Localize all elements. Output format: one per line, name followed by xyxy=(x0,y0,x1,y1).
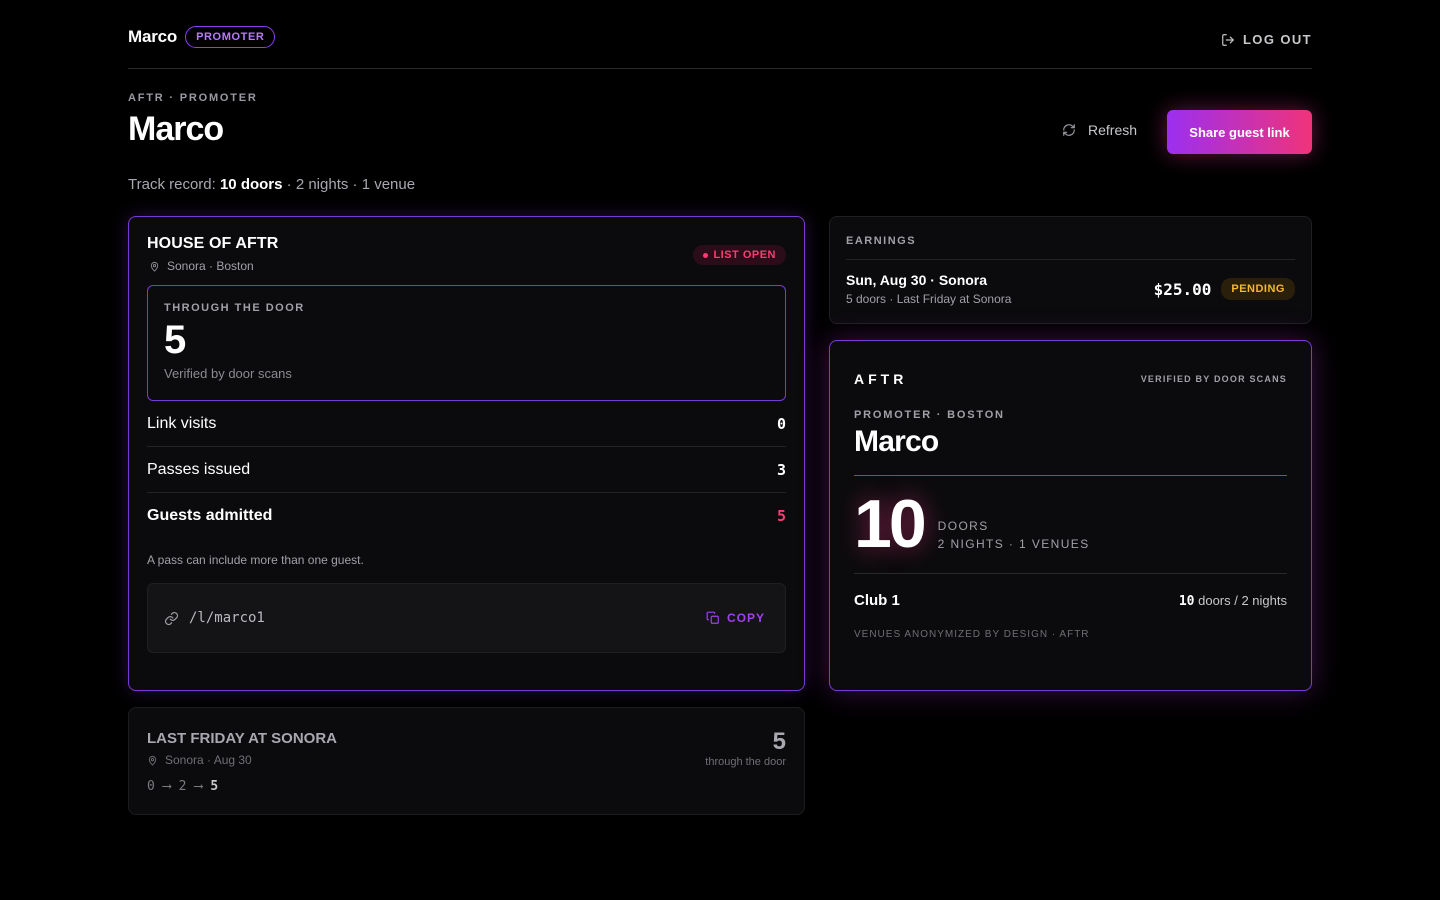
earnings-heading: EARNINGS xyxy=(846,235,1295,260)
club-doors: 10 xyxy=(1178,593,1195,609)
club-stat: 10 doors / 2 nights xyxy=(1179,593,1287,609)
club-name: Club 1 xyxy=(854,592,900,610)
club-row: Club 1 10 doors / 2 nights xyxy=(854,592,1287,609)
role-badge: PROMOTER xyxy=(185,26,276,48)
earnings-title: Sun, Aug 30 · Sonora xyxy=(846,272,988,288)
profile-nights-venues: 2 NIGHTS · 1 VENUES xyxy=(937,537,1090,552)
promoter-profile-card: AFTR VERIFIED BY DOOR SCANS PROMOTER · B… xyxy=(829,340,1312,691)
pass-note: A pass can include more than one guest. xyxy=(147,553,364,567)
location-pin-icon xyxy=(148,755,157,766)
past-event-location: Sonora · Aug 30 xyxy=(147,753,786,767)
profile-name: Marco xyxy=(854,425,1287,476)
guest-link: /l/marco1 xyxy=(164,610,265,626)
funnel-passes: 2 xyxy=(178,779,187,794)
profile-eyebrow: PROMOTER · BOSTON xyxy=(854,409,1005,421)
event-location: Sonora · Boston xyxy=(149,259,278,273)
location-pin-icon xyxy=(150,261,159,272)
club-stat-rest: doors / 2 nights xyxy=(1198,592,1287,608)
funnel-visits: 0 xyxy=(147,779,155,794)
guest-link-text: /l/marco1 xyxy=(189,610,265,626)
profile-stats: 10 DOORS 2 NIGHTS · 1 VENUES xyxy=(854,486,1287,575)
event-header: HOUSE OF AFTR Sonora · Boston LIST OPEN xyxy=(147,235,786,273)
past-event-count-value: 5 xyxy=(772,728,786,755)
event-card: HOUSE OF AFTR Sonora · Boston LIST OPEN … xyxy=(128,216,805,691)
past-event-title: LAST FRIDAY AT SONORA xyxy=(147,730,338,747)
verified-label: VERIFIED BY DOOR SCANS xyxy=(1140,374,1287,384)
guest-link-box: /l/marco1 COPY xyxy=(147,583,786,653)
refresh-label: Refresh xyxy=(1088,122,1138,138)
earnings-sub: 5 doors · Last Friday at Sonora xyxy=(846,292,1012,306)
stat-label: Guests admitted xyxy=(147,507,273,524)
past-event-count-label: through the door xyxy=(705,756,786,768)
door-count-note: Verified by door scans xyxy=(164,366,292,381)
logout-button[interactable]: LOG OUT xyxy=(1221,32,1312,47)
top-nav: Marco PROMOTER LOG OUT xyxy=(128,26,1312,69)
event-title: HOUSE OF AFTR xyxy=(147,235,279,252)
status-badge: LIST OPEN xyxy=(693,245,786,265)
profile-doors-label: DOORS xyxy=(937,519,989,534)
user-name: Marco xyxy=(128,27,178,46)
share-guest-link-button[interactable]: Share guest link xyxy=(1167,110,1312,154)
door-count-box: THROUGH THE DOOR 5 Verified by door scan… xyxy=(147,285,786,401)
logout-label: LOG OUT xyxy=(1242,32,1312,47)
track-prefix: Track record: xyxy=(128,176,216,193)
earnings-status-badge: PENDING xyxy=(1221,278,1295,300)
aftr-logo: AFTR xyxy=(854,371,908,387)
refresh-button[interactable]: Refresh xyxy=(1062,122,1137,138)
earnings-card: EARNINGS Sun, Aug 30 · Sonora 5 doors · … xyxy=(829,216,1312,324)
past-event-sub: Sonora · Aug 30 xyxy=(165,753,252,767)
door-count-value: 5 xyxy=(164,318,187,362)
stat-value: 5 xyxy=(776,507,786,525)
profile-footer: VENUES ANONYMIZED BY DESIGN · AFTR xyxy=(854,629,1090,641)
status-badge-label: LIST OPEN xyxy=(713,249,776,261)
track-rest: · 2 nights · 1 venue xyxy=(286,176,416,193)
past-event-card[interactable]: LAST FRIDAY AT SONORA Sonora · Aug 30 0 … xyxy=(128,707,805,815)
profile-doors-count: 10 xyxy=(854,486,927,562)
brand: Marco PROMOTER xyxy=(128,26,276,48)
door-count-label: THROUGH THE DOOR xyxy=(164,302,305,314)
copy-link-button[interactable]: COPY xyxy=(706,611,765,625)
stat-row-guests-admitted: Guests admitted 5 xyxy=(147,493,786,539)
track-record: Track record: 10 doors · 2 nights · 1 ve… xyxy=(128,176,415,193)
stat-label: Link visits xyxy=(147,414,217,432)
stat-row-link-visits: Link visits 0 xyxy=(147,401,786,447)
arrow-right-icon: ⟶ xyxy=(162,779,171,794)
stat-value: 0 xyxy=(776,414,786,433)
stat-value: 3 xyxy=(776,460,786,479)
status-dot-icon xyxy=(703,252,709,258)
logout-icon xyxy=(1222,33,1234,46)
funnel-guests: 5 xyxy=(210,779,219,794)
copy-icon xyxy=(706,611,719,624)
stat-row-passes-issued: Passes issued 3 xyxy=(147,447,786,493)
earnings-row: Sun, Aug 30 · Sonora 5 doors · Last Frid… xyxy=(846,272,1295,306)
link-icon xyxy=(164,611,179,625)
event-location-text: Sonora · Boston xyxy=(167,259,254,273)
arrow-right-icon: ⟶ xyxy=(194,779,203,794)
earnings-amount: $25.00 xyxy=(1153,279,1212,299)
funnel-flow: 0 ⟶ 2 ⟶ 5 xyxy=(147,779,786,794)
copy-link-label: COPY xyxy=(726,611,765,625)
page-eyebrow: AFTR · PROMOTER xyxy=(128,92,258,104)
page-title: Marco xyxy=(128,110,224,148)
refresh-icon xyxy=(1063,124,1075,136)
stat-label: Passes issued xyxy=(147,460,251,478)
past-event-count: 5 through the door xyxy=(705,728,786,768)
track-doors: 10 doors xyxy=(219,176,283,193)
